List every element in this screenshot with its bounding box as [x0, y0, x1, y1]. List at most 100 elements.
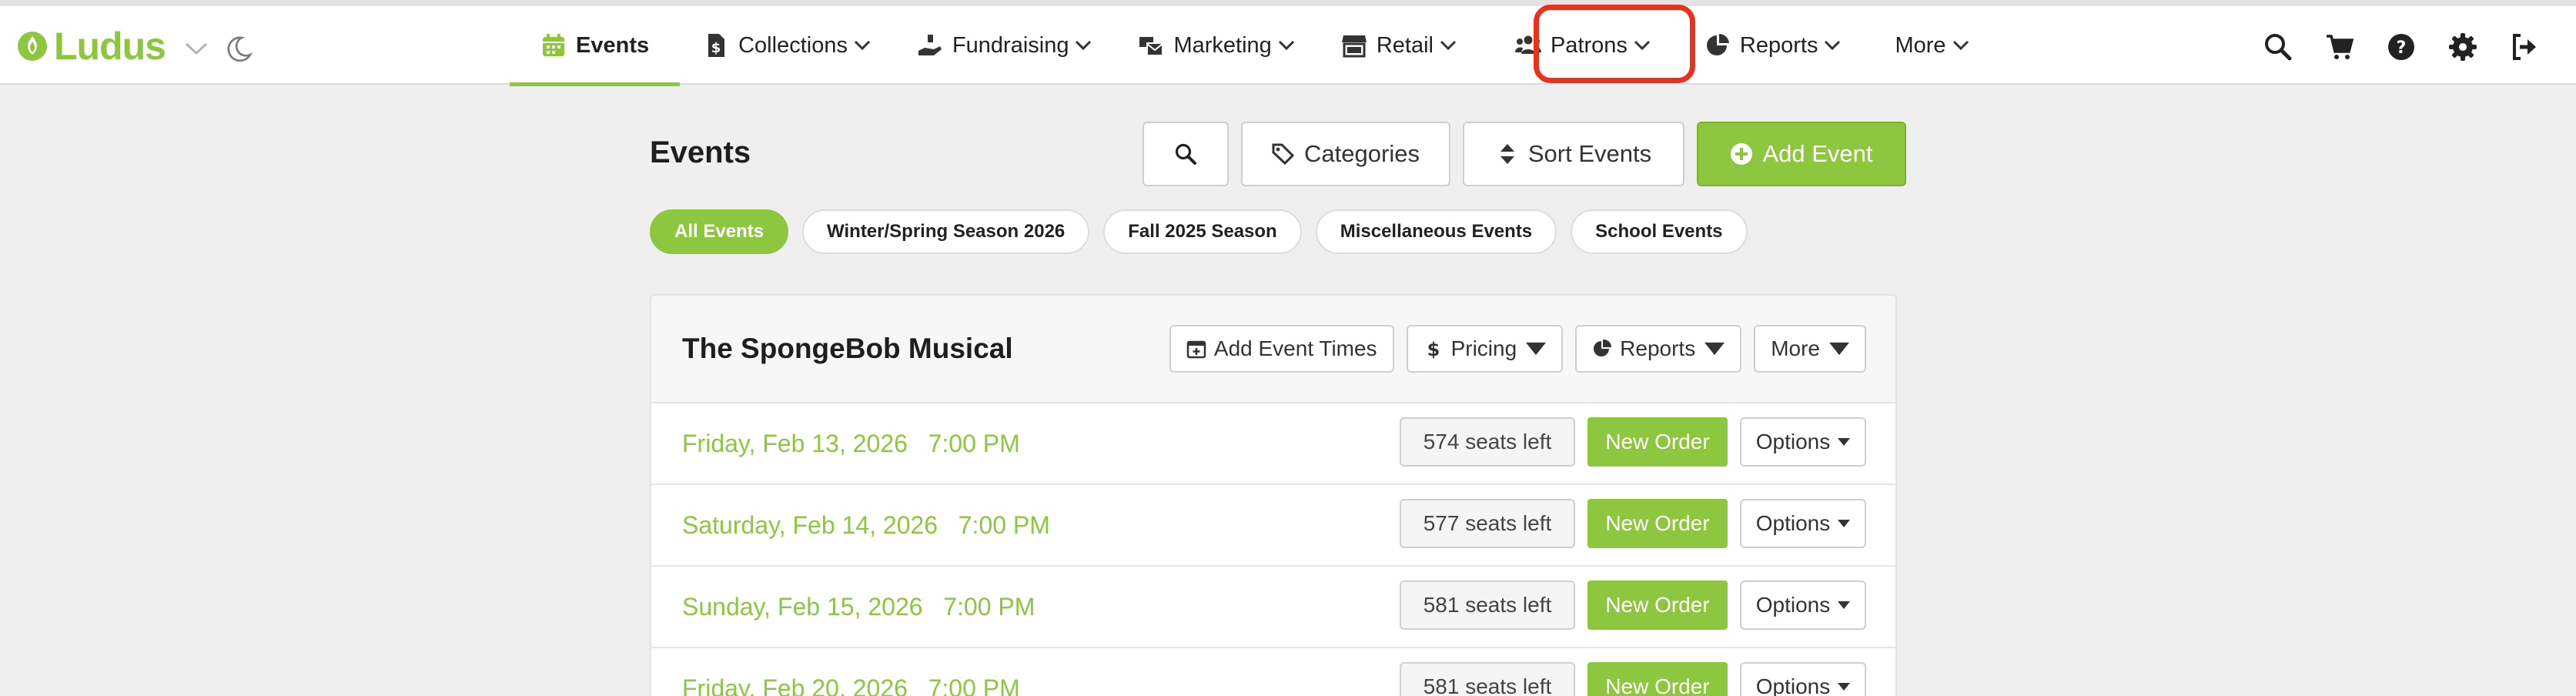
options-label: Options [1755, 674, 1831, 696]
pricing-dropdown[interactable]: $ Pricing [1406, 325, 1564, 373]
options-label: Options [1755, 430, 1831, 453]
options-dropdown[interactable]: Options [1740, 499, 1866, 548]
calendar-plus-icon [1186, 340, 1206, 359]
new-order-button[interactable]: New Order [1587, 499, 1728, 548]
row-actions: 581 seats left New Order Options [1400, 581, 1866, 630]
caret-down-icon [1705, 342, 1725, 356]
nav-reports[interactable]: Reports [1674, 6, 1865, 85]
nav-label: Collections [738, 32, 848, 58]
svg-text:$: $ [1427, 339, 1440, 359]
sort-events-button[interactable]: Sort Events [1463, 122, 1684, 186]
event-time-row: Sunday, Feb 15, 2026 7:00 PM 581 seats l… [651, 567, 1895, 648]
more-dropdown[interactable]: More [1754, 325, 1866, 373]
event-times-list: Friday, Feb 13, 2026 7:00 PM 574 seats l… [651, 403, 1895, 696]
store-icon [1341, 35, 1367, 58]
events-toolbar: Categories Sort Events Add Event [1142, 122, 1906, 186]
event-title: The SpongeBob Musical [682, 333, 1013, 364]
add-event-times-label: Add Event Times [1213, 336, 1377, 360]
options-label: Options [1755, 593, 1831, 617]
seats-left-badge[interactable]: 581 seats left [1400, 662, 1575, 696]
reports-label: Reports [1620, 336, 1696, 360]
search-icon [1175, 143, 1196, 165]
cart-icon[interactable] [2325, 32, 2354, 62]
event-date-link[interactable]: Sunday, Feb 15, 2026 7:00 PM [682, 593, 1035, 621]
options-dropdown[interactable]: Options [1740, 417, 1866, 467]
dollar-icon: $ [1427, 339, 1440, 359]
sort-icon [1500, 144, 1514, 164]
nav-fundraising[interactable]: Fundraising [894, 6, 1116, 85]
dollar-file-icon: $ [708, 34, 725, 57]
main-nav: Events $ Collections Fundraising Marketi… [510, 6, 1992, 86]
nav-marketing[interactable]: Marketing [1115, 6, 1317, 85]
new-order-button[interactable]: New Order [1587, 417, 1728, 467]
filter-chip-fall-2025[interactable]: Fall 2025 Season [1103, 209, 1302, 254]
filter-chip-all-events[interactable]: All Events [650, 209, 789, 254]
row-actions: 581 seats left New Order Options [1400, 662, 1866, 696]
row-actions: 574 seats left New Order Options [1400, 417, 1866, 467]
event-actions: Add Event Times $ Pricing Reports More [1169, 325, 1866, 373]
event-time: 7:00 PM [943, 593, 1035, 621]
search-icon[interactable] [2263, 32, 2293, 62]
event-date: Friday, Feb 13, 2026 [682, 430, 908, 457]
add-event-times-button[interactable]: Add Event Times [1169, 325, 1394, 373]
pie-chart-icon [1594, 339, 1612, 356]
categories-button[interactable]: Categories [1241, 122, 1450, 186]
filter-chip-winter-spring-2026[interactable]: Winter/Spring Season 2026 [802, 209, 1090, 254]
event-date-link[interactable]: Friday, Feb 20, 2026 7:00 PM [682, 674, 1020, 696]
hand-donate-icon [918, 35, 942, 55]
new-order-button[interactable]: New Order [1587, 662, 1728, 696]
seats-left-badge[interactable]: 581 seats left [1400, 581, 1575, 630]
event-time-row: Saturday, Feb 14, 2026 7:00 PM 577 seats… [651, 485, 1895, 567]
more-label: More [1771, 336, 1820, 360]
nav-retail[interactable]: Retail [1318, 6, 1480, 85]
event-time: 7:00 PM [928, 674, 1020, 696]
nav-events[interactable]: Events [510, 6, 681, 86]
pricing-label: Pricing [1450, 336, 1517, 360]
chevron-down-icon [854, 40, 871, 51]
nav-label: Reports [1739, 32, 1818, 58]
filter-chip-school-events[interactable]: School Events [1571, 209, 1748, 254]
search-button[interactable] [1142, 122, 1229, 186]
caret-down-icon [1526, 342, 1547, 356]
patrons-highlight-box [1534, 5, 1695, 83]
event-time-row: Friday, Feb 13, 2026 7:00 PM 574 seats l… [651, 403, 1895, 485]
seats-left-badge[interactable]: 577 seats left [1400, 499, 1575, 548]
help-icon[interactable]: ? [2387, 32, 2416, 62]
event-date-link[interactable]: Saturday, Feb 14, 2026 7:00 PM [682, 511, 1050, 540]
caret-down-icon [1838, 601, 1851, 609]
event-filter-chips: All Events Winter/Spring Season 2026 Fal… [650, 209, 1748, 254]
reports-dropdown[interactable]: Reports [1575, 325, 1742, 373]
sort-events-label: Sort Events [1527, 140, 1652, 167]
event-card: The SpongeBob Musical Add Event Times $ … [650, 294, 1897, 696]
event-time: 7:00 PM [928, 430, 1020, 457]
tags-icon [1272, 143, 1295, 166]
plus-circle-icon [1731, 143, 1753, 165]
row-actions: 577 seats left New Order Options [1400, 499, 1866, 548]
filter-chip-miscellaneous[interactable]: Miscellaneous Events [1315, 209, 1557, 254]
seats-left-badge[interactable]: 574 seats left [1400, 417, 1575, 467]
calendar-icon [543, 34, 564, 56]
event-time-row: Friday, Feb 20, 2026 7:00 PM 581 seats l… [651, 648, 1895, 696]
event-time: 7:00 PM [958, 511, 1050, 539]
options-dropdown[interactable]: Options [1740, 581, 1866, 630]
nav-label: Marketing [1173, 32, 1272, 58]
nav-label: More [1895, 32, 1946, 58]
chevron-down-icon[interactable] [185, 42, 208, 55]
utility-icons: ? [2263, 32, 2539, 62]
nav-label: Fundraising [952, 32, 1069, 58]
ludus-logo[interactable]: Ludus [17, 25, 166, 68]
nav-collections[interactable]: $ Collections [680, 6, 894, 85]
mail-bulk-icon [1139, 37, 1164, 56]
sign-out-icon[interactable] [2510, 32, 2539, 62]
svg-text:$: $ [711, 40, 721, 56]
event-date-link[interactable]: Friday, Feb 13, 2026 7:00 PM [682, 430, 1020, 458]
ludus-logo-icon [18, 32, 47, 61]
add-event-button[interactable]: Add Event [1697, 122, 1906, 186]
gear-icon[interactable] [2448, 32, 2477, 62]
nav-more[interactable]: More [1864, 6, 1992, 85]
moon-icon[interactable] [225, 35, 253, 63]
page-title: Events [650, 136, 751, 169]
new-order-button[interactable]: New Order [1587, 581, 1728, 630]
options-dropdown[interactable]: Options [1740, 662, 1866, 696]
caret-down-icon [1838, 683, 1851, 691]
